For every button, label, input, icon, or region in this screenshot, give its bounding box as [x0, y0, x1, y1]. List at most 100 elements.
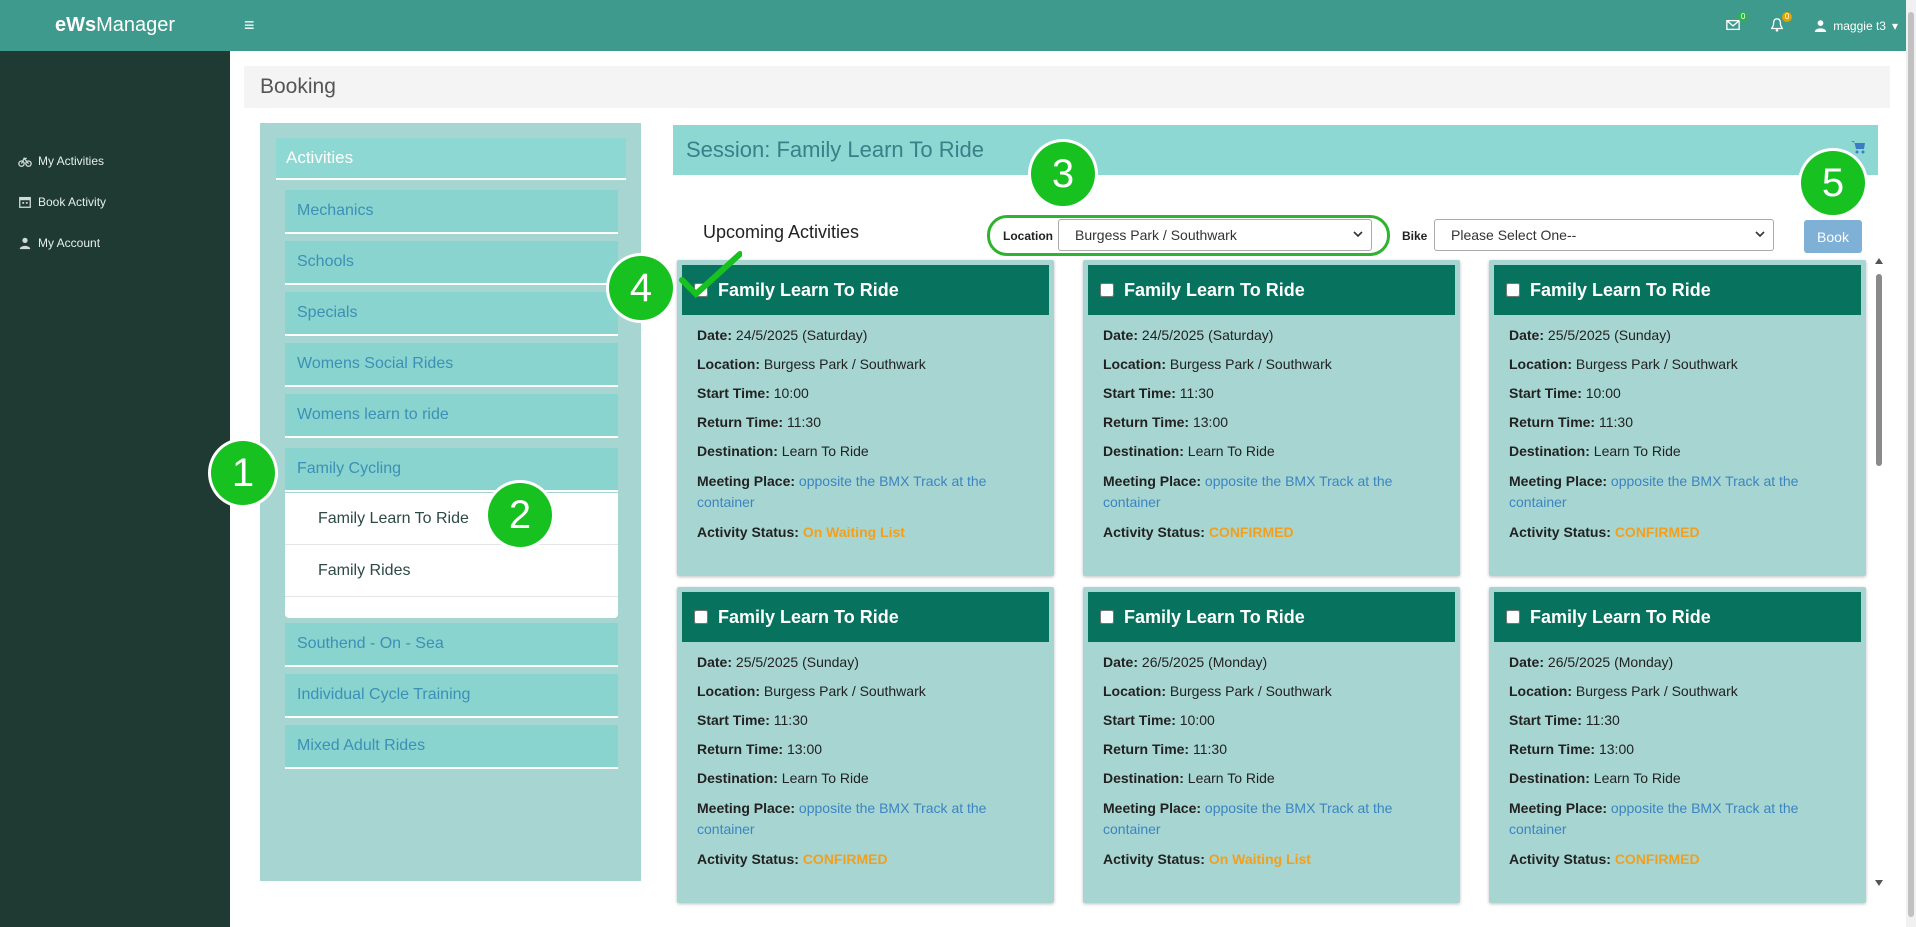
page-scrollbar[interactable] — [1906, 0, 1916, 927]
bike-label: Bike — [1402, 229, 1428, 243]
card-location-label: Location: — [1103, 683, 1166, 699]
card-date-row: Date: 26/5/2025 (Monday) — [1509, 653, 1852, 672]
card-return-label: Return Time: — [697, 741, 784, 757]
user-icon — [19, 237, 31, 249]
category-specials[interactable]: Specials — [285, 292, 618, 336]
card-date-row: Date: 25/5/2025 (Sunday) — [697, 653, 1040, 672]
activity-card: Family Learn To Ride Date: 25/5/2025 (Sun… — [677, 587, 1054, 903]
activities-scrollbar[interactable] — [1872, 258, 1886, 888]
card-status-label: Activity Status: — [697, 851, 799, 867]
card-location-value: Burgess Park / Southwark — [1575, 356, 1738, 372]
card-select-checkbox[interactable] — [1100, 610, 1114, 624]
card-start-label: Start Time: — [1509, 712, 1582, 728]
user-icon — [1815, 20, 1827, 32]
card-location-label: Location: — [697, 356, 760, 372]
status-badge: CONFIRMED — [1614, 851, 1700, 867]
card-return-value: 13:00 — [786, 741, 823, 757]
card-return-row: Return Time: 11:30 — [697, 413, 1040, 432]
card-status-label: Activity Status: — [1103, 524, 1205, 540]
card-select-checkbox[interactable] — [1506, 610, 1520, 624]
hamburger-menu-icon[interactable]: ≡ — [244, 15, 255, 36]
card-location-value: Burgess Park / Southwark — [763, 683, 926, 699]
category-womens-learn-to-ride[interactable]: Womens learn to ride — [285, 394, 618, 438]
card-location-label: Location: — [1509, 356, 1572, 372]
card-destination-value: Learn To Ride — [1593, 770, 1681, 786]
card-destination-value: Learn To Ride — [1593, 443, 1681, 459]
category-mixed-adult-rides[interactable]: Mixed Adult Rides — [285, 725, 618, 769]
card-body: Date: 25/5/2025 (Sunday) Location: Burges… — [697, 653, 1040, 879]
sidebar-item-my-account[interactable]: My Account — [0, 222, 230, 263]
card-date-value: 26/5/2025 (Monday) — [1141, 654, 1268, 670]
card-select-checkbox[interactable] — [1100, 283, 1114, 297]
card-location-label: Location: — [697, 683, 760, 699]
card-location-value: Burgess Park / Southwark — [1575, 683, 1738, 699]
card-return-value: 11:30 — [1598, 414, 1633, 430]
card-date-row: Date: 26/5/2025 (Monday) — [1103, 653, 1446, 672]
card-status-row: Activity Status: CONFIRMED — [1509, 850, 1852, 869]
card-title: Family Learn To Ride — [1124, 279, 1305, 300]
scroll-up-arrow-icon[interactable] — [1875, 258, 1883, 264]
sidebar-item-book-activity[interactable]: Book Activity — [0, 181, 230, 222]
scroll-down-arrow-icon[interactable] — [1875, 880, 1883, 886]
card-header: Family Learn To Ride — [1494, 592, 1861, 642]
notifications-button[interactable]: 0 — [1770, 11, 1793, 34]
bike-select[interactable]: Please Select One-- — [1434, 219, 1774, 251]
subitem-family-rides[interactable]: Family Rides — [285, 545, 618, 597]
card-title: Family Learn To Ride — [1124, 606, 1305, 627]
category-southend[interactable]: Southend - On - Sea — [285, 623, 618, 667]
user-menu[interactable]: maggie t3 ▾ — [1814, 19, 1898, 33]
card-start-label: Start Time: — [1103, 712, 1176, 728]
mail-count-badge: 0 — [1737, 11, 1749, 22]
card-location-row: Location: Burgess Park / Southwark — [697, 682, 1040, 701]
category-womens-social-rides[interactable]: Womens Social Rides — [285, 343, 618, 387]
card-status-label: Activity Status: — [1103, 851, 1205, 867]
top-bar: ≡ 0 0 maggie t3 ▾ — [230, 0, 1906, 51]
card-start-value: 10:00 — [773, 385, 809, 401]
category-individual-cycle-training[interactable]: Individual Cycle Training — [285, 674, 618, 718]
card-title: Family Learn To Ride — [1530, 279, 1711, 300]
bicycle-icon — [18, 156, 32, 167]
card-status-label: Activity Status: — [1509, 851, 1611, 867]
card-date-value: 24/5/2025 (Saturday) — [1141, 327, 1274, 343]
card-meeting-label: Meeting Place: — [697, 473, 796, 489]
card-destination-value: Learn To Ride — [781, 770, 869, 786]
category-mechanics[interactable]: Mechanics — [285, 190, 618, 234]
card-return-row: Return Time: 11:30 — [1509, 413, 1852, 432]
card-title: Family Learn To Ride — [718, 279, 899, 300]
card-location-row: Location: Burgess Park / Southwark — [1103, 682, 1446, 701]
card-return-label: Return Time: — [1103, 741, 1190, 757]
book-button[interactable]: Book — [1804, 220, 1862, 253]
card-return-value: 11:30 — [786, 414, 821, 430]
card-start-value: 10:00 — [1179, 712, 1215, 728]
page-scrollbar-thumb[interactable] — [1908, 12, 1914, 917]
category-schools[interactable]: Schools — [285, 241, 618, 285]
card-body: Date: 24/5/2025 (Saturday) Location: Burg… — [697, 326, 1040, 552]
card-destination-row: Destination: Learn To Ride — [697, 769, 1040, 788]
status-badge: CONFIRMED — [1208, 524, 1294, 540]
page-header: Booking — [244, 66, 1890, 108]
card-start-row: Start Time: 11:30 — [1509, 711, 1852, 730]
family-cycling-submenu: Family Learn To Ride Family Rides — [285, 493, 618, 618]
card-location-label: Location: — [1509, 683, 1572, 699]
calendar-icon — [19, 196, 31, 208]
category-family-cycling[interactable]: Family Cycling — [285, 448, 618, 492]
card-destination-label: Destination: — [697, 770, 778, 786]
bike-select-value: Please Select One-- — [1451, 227, 1577, 243]
subitem-family-learn-to-ride[interactable]: Family Learn To Ride — [285, 493, 618, 545]
checkmark-icon — [679, 251, 742, 299]
card-return-label: Return Time: — [697, 414, 784, 430]
card-select-checkbox[interactable] — [1506, 283, 1520, 297]
location-select[interactable]: Burgess Park / Southwark — [1058, 219, 1372, 251]
card-meeting-label: Meeting Place: — [1103, 473, 1202, 489]
card-start-value: 11:30 — [1585, 712, 1620, 728]
card-location-value: Burgess Park / Southwark — [1169, 356, 1332, 372]
card-select-checkbox[interactable] — [694, 610, 708, 624]
card-date-row: Date: 25/5/2025 (Sunday) — [1509, 326, 1852, 345]
card-location-row: Location: Burgess Park / Southwark — [697, 355, 1040, 374]
sidebar-item-my-activities[interactable]: My Activities — [0, 140, 230, 181]
mail-button[interactable]: 0 — [1726, 11, 1749, 34]
card-date-label: Date: — [1509, 327, 1545, 343]
page-title: Booking — [260, 75, 336, 98]
activities-scrollbar-thumb[interactable] — [1876, 274, 1882, 466]
card-destination-row: Destination: Learn To Ride — [1509, 769, 1852, 788]
